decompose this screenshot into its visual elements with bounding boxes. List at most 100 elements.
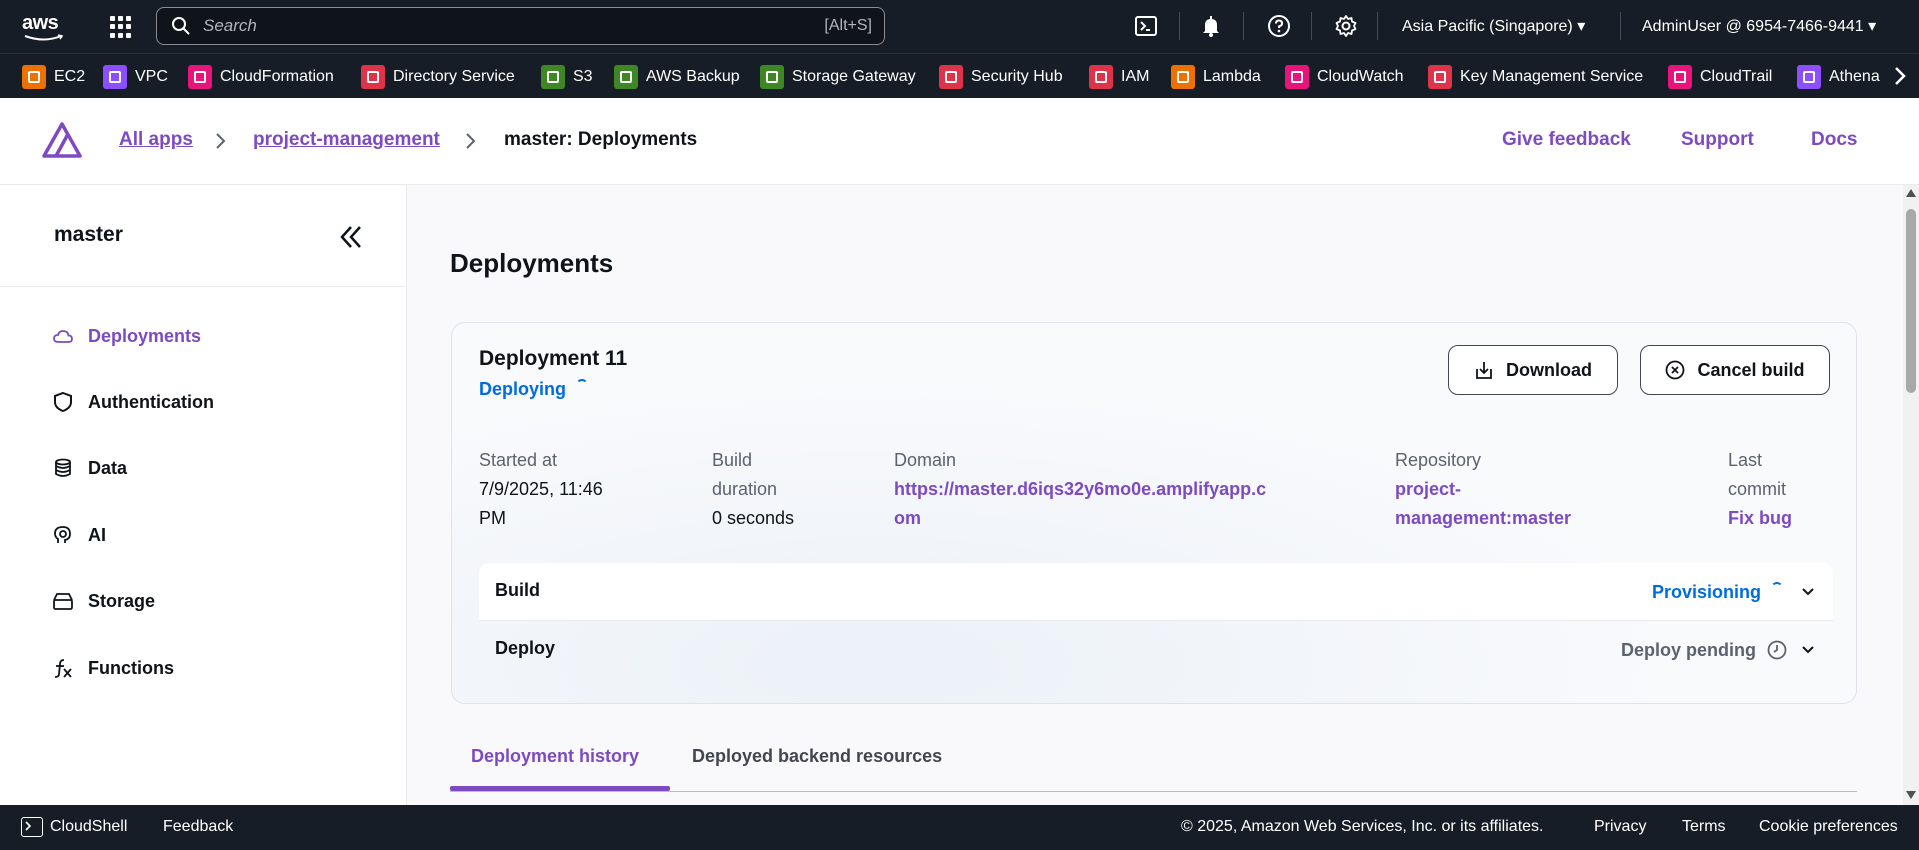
breadcrumb-current: master: Deployments: [504, 129, 698, 150]
build-duration-value: 0 seconds: [712, 508, 795, 528]
account-menu[interactable]: AdminUser @ 6954-7466-9441 ▾: [1642, 16, 1876, 36]
download-button[interactable]: Download: [1448, 345, 1618, 395]
iam-icon: [1089, 65, 1113, 89]
search-bar[interactable]: [Alt+S]: [156, 7, 885, 45]
service-directory-service[interactable]: Directory Service: [361, 64, 515, 90]
chevron-right-icon[interactable]: [1890, 64, 1910, 88]
service-security-hub[interactable]: Security Hub: [939, 64, 1063, 90]
service-s3[interactable]: S3: [541, 64, 593, 90]
services-menu-icon[interactable]: [110, 16, 132, 38]
service-cloudwatch[interactable]: CloudWatch: [1285, 64, 1404, 90]
athena-icon: [1797, 65, 1821, 89]
cloudformation-icon: [188, 65, 212, 89]
sidebar: master Deployments Authentication Data A…: [0, 185, 407, 805]
breadcrumb-project[interactable]: project-management: [253, 129, 440, 151]
service-aws-backup[interactable]: AWS Backup: [614, 64, 740, 90]
breadcrumb-all-apps[interactable]: All apps: [119, 129, 193, 151]
feedback-link[interactable]: Feedback: [163, 818, 233, 836]
download-icon: [1476, 362, 1492, 379]
chevron-down-icon[interactable]: [1801, 585, 1815, 599]
sidebar-item-functions[interactable]: Functions: [52, 653, 174, 683]
active-tab-indicator: [450, 786, 670, 791]
cloudwatch-icon: [1285, 65, 1309, 89]
domain-link-line2[interactable]: om: [894, 504, 921, 533]
sidebar-item-storage[interactable]: Storage: [52, 586, 155, 616]
cloudshell-icon[interactable]: [21, 817, 43, 837]
cookie-preferences-link[interactable]: Cookie preferences: [1759, 818, 1898, 836]
tab-deployment-history[interactable]: Deployment history: [471, 746, 639, 767]
scroll-thumb[interactable]: [1906, 209, 1916, 393]
database-icon: [55, 458, 71, 477]
service-storage-gateway[interactable]: Storage Gateway: [760, 64, 916, 90]
lambda-icon: [1171, 65, 1195, 89]
give-feedback-link[interactable]: Give feedback: [1502, 129, 1631, 151]
started-at-label: Started at: [479, 450, 558, 470]
cloudshell-icon[interactable]: [1134, 14, 1158, 38]
help-icon[interactable]: [1267, 14, 1291, 38]
sidebar-title: master: [54, 223, 123, 246]
scroll-down-icon[interactable]: [1906, 791, 1916, 799]
cloudtrail-icon: [1668, 65, 1692, 89]
stage-status: Provisioning: [1652, 582, 1783, 603]
sidebar-item-authentication[interactable]: Authentication: [52, 387, 214, 417]
build-duration-label-line2: duration: [712, 479, 778, 499]
aws-logo[interactable]: aws: [22, 12, 68, 42]
deployment-card: Deployment 11 Deploying Download Cancel …: [451, 322, 1857, 704]
service-vpc[interactable]: VPC: [103, 64, 168, 90]
sidebar-item-data[interactable]: Data: [52, 453, 127, 483]
privacy-link[interactable]: Privacy: [1594, 818, 1646, 836]
notifications-bell-icon[interactable]: [1199, 14, 1223, 38]
repository-link-line1[interactable]: project-: [1395, 475, 1461, 504]
cancel-build-button[interactable]: Cancel build: [1640, 345, 1830, 395]
service-athena[interactable]: Athena: [1797, 64, 1880, 90]
stage-name: Deploy: [495, 638, 556, 658]
last-commit-link[interactable]: Fix bug: [1728, 504, 1792, 533]
clock-icon: [1767, 640, 1787, 660]
favorites-services-bar: EC2 VPC CloudFormation Directory Service…: [0, 53, 1919, 98]
service-key-management-service[interactable]: Key Management Service: [1428, 64, 1643, 90]
region-selector[interactable]: Asia Pacific (Singapore) ▾: [1402, 16, 1585, 36]
stage-name: Build: [495, 580, 540, 600]
tab-deployed-backend-resources[interactable]: Deployed backend resources: [692, 746, 942, 767]
chevron-down-icon[interactable]: [1801, 643, 1815, 657]
ai-brain-icon: [54, 526, 71, 543]
stage-build[interactable]: Build Provisioning: [479, 563, 1833, 621]
terms-link[interactable]: Terms: [1682, 818, 1726, 836]
repository-link-line2[interactable]: management:master: [1395, 504, 1571, 533]
function-fx-icon: [54, 659, 72, 678]
kms-icon: [1428, 65, 1452, 89]
cloudshell-link[interactable]: CloudShell: [50, 818, 127, 836]
started-at-value-line1: 7/9/2025, 11:46: [479, 479, 603, 499]
service-cloudformation[interactable]: CloudFormation: [188, 64, 334, 90]
search-icon: [172, 17, 190, 35]
cancel-circle-icon: [1666, 360, 1685, 380]
copyright-text: © 2025, Amazon Web Services, Inc. or its…: [1181, 818, 1544, 835]
page-title: Deployments: [450, 248, 614, 278]
collapse-sidebar-icon[interactable]: [338, 223, 364, 251]
docs-link[interactable]: Docs: [1811, 129, 1857, 151]
support-link[interactable]: Support: [1681, 129, 1754, 151]
settings-gear-icon[interactable]: [1334, 14, 1358, 38]
sidebar-item-deployments[interactable]: Deployments: [52, 321, 201, 351]
storage-bucket-icon: [53, 593, 73, 610]
service-lambda[interactable]: Lambda: [1171, 64, 1261, 90]
domain-link-line1[interactable]: https://master.d6iqs32y6mo0e.amplifyapp.…: [894, 475, 1266, 504]
service-cloudtrail[interactable]: CloudTrail: [1668, 64, 1772, 90]
last-commit-label-line1: Last: [1728, 450, 1763, 470]
scroll-up-icon[interactable]: [1906, 189, 1916, 197]
amplify-logo-icon[interactable]: [42, 122, 82, 158]
sidebar-item-ai[interactable]: AI: [52, 520, 106, 550]
aws-backup-icon: [614, 65, 638, 89]
stage-deploy[interactable]: Deploy Deploy pending: [479, 621, 1833, 679]
search-input[interactable]: [203, 14, 703, 38]
deployment-tabs: Deployment history Deployed backend reso…: [450, 738, 1857, 792]
service-iam[interactable]: IAM: [1089, 64, 1149, 90]
console-footer: CloudShell Feedback © 2025, Amazon Web S…: [0, 805, 1919, 850]
loading-spinner-icon: [576, 379, 589, 391]
stage-status: Deploy pending: [1621, 640, 1787, 661]
search-shortcut: [Alt+S]: [824, 17, 872, 34]
s3-icon: [541, 65, 565, 89]
page-scrollbar[interactable]: [1903, 185, 1919, 805]
service-ec2[interactable]: EC2: [22, 64, 85, 90]
cloud-icon: [53, 330, 73, 343]
